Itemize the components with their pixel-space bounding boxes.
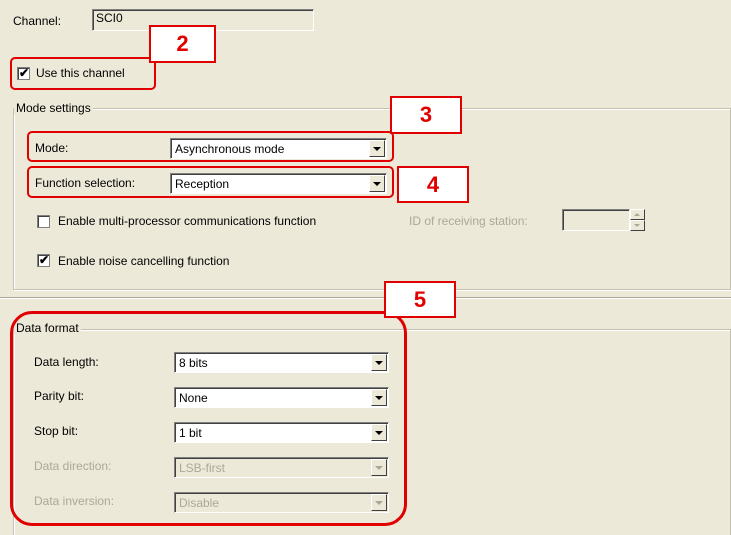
channel-value: SCI0 xyxy=(96,11,123,25)
callout-4: 4 xyxy=(397,166,469,203)
highlight-data-format xyxy=(10,311,407,526)
callout-2: 2 xyxy=(149,25,216,63)
chevron-down-icon xyxy=(634,224,640,227)
highlight-use-channel xyxy=(10,57,156,90)
highlight-mode xyxy=(27,131,394,162)
highlight-function-selection xyxy=(27,166,394,198)
chevron-up-icon xyxy=(634,213,640,216)
check-icon: ✔ xyxy=(39,253,50,267)
noise-cancel-checkbox[interactable]: ✔ xyxy=(37,253,50,267)
spin-up-button xyxy=(630,209,645,220)
spin-down-button xyxy=(630,220,645,231)
receiving-station-field xyxy=(562,209,630,231)
mode-settings-title: Mode settings xyxy=(14,101,93,115)
multiprocessor-checkbox[interactable] xyxy=(37,215,50,228)
callout-5: 5 xyxy=(384,281,456,318)
receiving-station-label: ID of receiving station: xyxy=(409,214,528,228)
multiprocessor-label: Enable multi-processor communications fu… xyxy=(58,214,317,228)
channel-label: Channel: xyxy=(13,14,62,28)
receiving-station-spinner xyxy=(630,209,645,231)
callout-3: 3 xyxy=(390,96,462,134)
noise-cancel-label: Enable noise cancelling function xyxy=(58,254,230,268)
section-divider xyxy=(0,297,731,299)
